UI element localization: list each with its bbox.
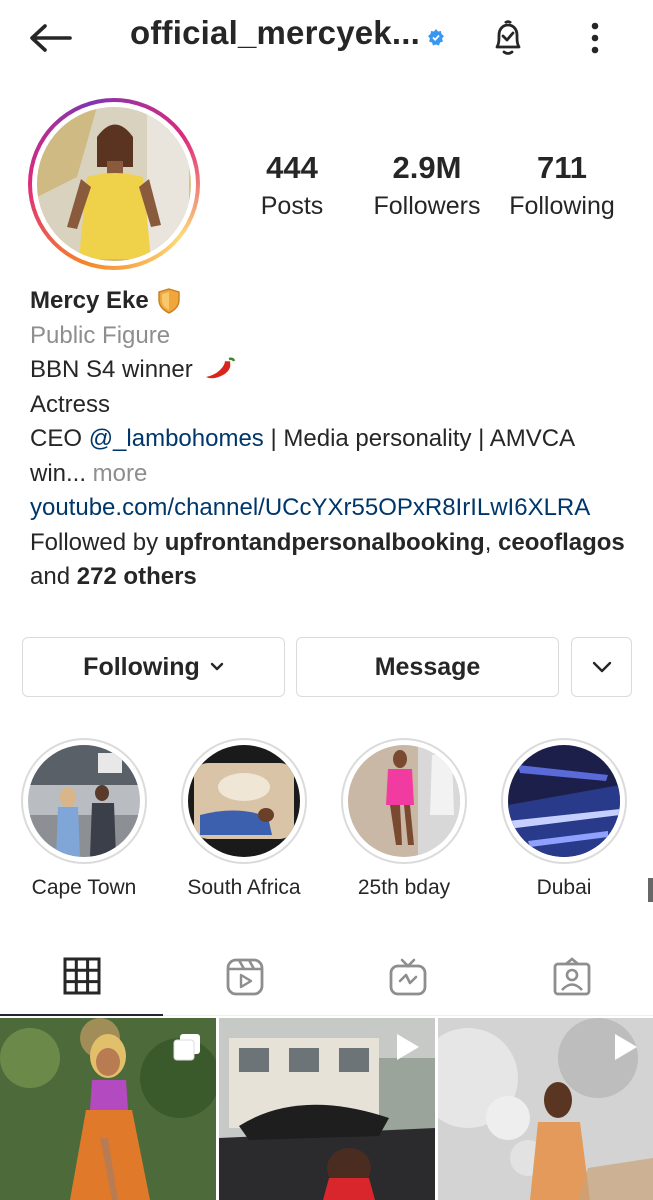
- following-count: 711: [536, 150, 587, 185]
- video-play-icon: [615, 1034, 637, 1060]
- message-button-label: Message: [374, 652, 481, 681]
- bio-line-4: win... more: [30, 457, 630, 492]
- followers-count: 2.9M: [392, 150, 462, 185]
- profile-category: Public Figure: [30, 321, 171, 349]
- bio-line-1: BBN S4 winner: [30, 353, 630, 388]
- chili-pepper-icon: [206, 357, 236, 379]
- highlight-label: Cape Town: [31, 876, 137, 899]
- followed-by-and: and: [30, 563, 77, 590]
- suggested-accounts-button[interactable]: [571, 637, 632, 697]
- reels-icon: [226, 958, 263, 996]
- profile-stats: 444 Posts 2.9M Followers 711 Following: [240, 150, 630, 230]
- tagged-icon: [553, 957, 590, 996]
- profile-tabs: [0, 938, 653, 1016]
- stat-following[interactable]: 711 Following: [504, 150, 620, 221]
- grid-post[interactable]: [438, 1018, 653, 1200]
- avatar-photo: [37, 107, 191, 261]
- following-button[interactable]: Following: [22, 637, 285, 697]
- highlight-label: Dubai: [536, 876, 592, 899]
- highlight-item[interactable]: 25th bday: [341, 738, 467, 900]
- bio-line-2: Actress: [30, 390, 111, 418]
- tab-reels[interactable]: [163, 938, 326, 1016]
- followers-label: Followers: [373, 192, 481, 220]
- story-highlights: Cape Town South Africa 25th bday Dubai: [0, 738, 653, 908]
- bell-check-icon: [495, 20, 521, 55]
- highlight-item[interactable]: Dubai: [501, 738, 627, 900]
- followed-by-others-count: 272 others: [76, 563, 197, 590]
- highlight-label: South Africa: [187, 876, 301, 899]
- tab-tagged[interactable]: [490, 938, 653, 1016]
- top-bar: official_mercyek...: [0, 0, 653, 76]
- highlight-cover: [508, 745, 620, 857]
- profile-name: Mercy Eke: [30, 284, 181, 319]
- followed-by-user-1: upfrontandpersonalbooking: [164, 528, 485, 556]
- stat-posts[interactable]: 444 Posts: [240, 150, 344, 221]
- highlight-cover: [28, 745, 140, 857]
- followed-by-line[interactable]: Followed by upfrontandpersonalbooking, c…: [30, 526, 630, 561]
- grid-post[interactable]: [219, 1018, 435, 1200]
- tab-posts-grid[interactable]: [0, 938, 163, 1016]
- highlight-cover: [348, 745, 460, 857]
- following-label: Following: [509, 192, 615, 220]
- stat-followers[interactable]: 2.9M Followers: [368, 150, 486, 221]
- followed-by-text: Followed by: [30, 528, 165, 556]
- bio-line-3-suffix: | Media personality | AMVCA: [263, 425, 576, 452]
- posts-label: Posts: [260, 192, 324, 220]
- highlight-overflow-hint: [648, 878, 653, 902]
- tab-igtv[interactable]: [326, 938, 489, 1016]
- followed-by-user-2: ceooflagos: [498, 528, 625, 556]
- profile-bio: Mercy Eke Public Figure BBN S4 winner Ac…: [30, 284, 630, 595]
- shield-icon: [158, 288, 180, 315]
- video-play-icon: [397, 1034, 419, 1060]
- grid-icon: [63, 957, 100, 995]
- followed-by-others-line[interactable]: and 272 others: [30, 560, 630, 595]
- more-vertical-icon: [591, 22, 599, 54]
- highlight-item[interactable]: South Africa: [181, 738, 307, 900]
- igtv-icon: [389, 958, 426, 996]
- message-button[interactable]: Message: [296, 637, 559, 697]
- arrow-left-icon: [30, 24, 72, 52]
- highlight-cover: [188, 745, 300, 857]
- website-link[interactable]: youtube.com/channel/UCcYXr55OPxR8IrILwI6…: [30, 491, 630, 526]
- profile-avatar[interactable]: [28, 98, 200, 270]
- verified-badge-icon: [428, 29, 444, 46]
- chevron-down-icon: [210, 662, 224, 671]
- bio-more-link[interactable]: more: [86, 460, 148, 487]
- bio-line-4-text: win...: [30, 459, 87, 487]
- highlight-label: 25th bday: [357, 876, 451, 899]
- following-button-label: Following: [83, 652, 200, 681]
- bio-mention-link[interactable]: @_lambohomes: [89, 425, 264, 452]
- profile-name-text: Mercy Eke: [30, 287, 149, 314]
- carousel-icon: [173, 1034, 200, 1061]
- followed-by-separator: ,: [484, 528, 499, 556]
- back-button[interactable]: [26, 16, 74, 60]
- profile-username: official_mercyek...: [130, 14, 420, 51]
- posts-grid: [0, 1018, 653, 1200]
- bio-ceo-text: CEO: [30, 425, 89, 452]
- bio-line-1-text: BBN S4 winner: [30, 356, 193, 383]
- more-options-button[interactable]: [572, 14, 618, 62]
- chevron-down-icon: [592, 661, 611, 673]
- grid-post[interactable]: [0, 1018, 216, 1200]
- posts-count: 444: [266, 150, 318, 185]
- bio-line-3: CEO @_lambohomes | Media personality | A…: [30, 422, 630, 457]
- highlight-item[interactable]: Cape Town: [21, 738, 147, 900]
- notifications-button[interactable]: [484, 14, 532, 62]
